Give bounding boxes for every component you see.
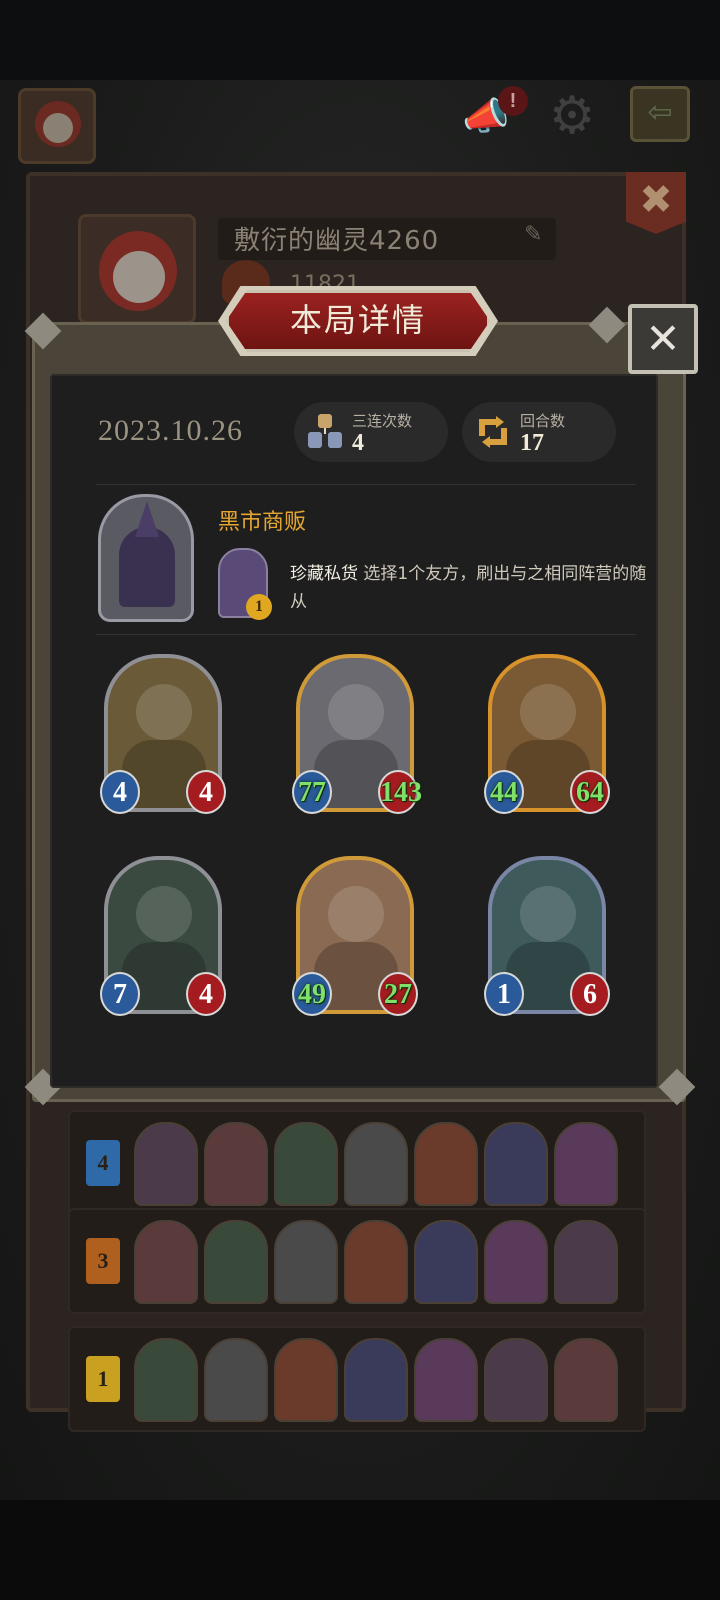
history-minion-portrait: [204, 1122, 268, 1206]
history-minion-portrait: [484, 1220, 548, 1304]
history-row[interactable]: 1: [68, 1326, 646, 1432]
history-hero-portrait: [134, 1220, 198, 1304]
status-bar: [0, 0, 720, 80]
minion-card[interactable]: 49 27: [292, 856, 418, 1020]
hero-power-cost: 1: [246, 594, 272, 620]
minion-attack: 7: [100, 972, 140, 1016]
hero-figure: [119, 527, 175, 607]
profile-avatar: [78, 214, 196, 324]
history-rank-badge: 3: [86, 1238, 120, 1284]
player-avatar-button[interactable]: [18, 88, 96, 164]
profile-avatar-face: [113, 251, 165, 303]
minion-health: 6: [570, 972, 610, 1016]
minion-health: 4: [186, 972, 226, 1016]
divider: [96, 484, 636, 485]
history-minion-portrait: [554, 1122, 618, 1206]
hero-hat: [135, 501, 159, 537]
minion-figure: [520, 684, 576, 740]
history-minion-portrait: [414, 1122, 478, 1206]
profile-close-button[interactable]: ✖: [626, 172, 686, 234]
minion-attack: 49: [292, 972, 332, 1016]
history-minion-portrait: [274, 1122, 338, 1206]
minion-figure: [136, 684, 192, 740]
history-row[interactable]: 3: [68, 1208, 646, 1314]
minion-health: 143: [378, 770, 422, 814]
navigation-bar: [0, 1500, 720, 1600]
settings-gear-icon[interactable]: ⚙: [540, 86, 604, 146]
triples-icon: [308, 414, 342, 448]
minion-card[interactable]: 74: [100, 856, 226, 1020]
history-minion-portrait: [484, 1338, 548, 1422]
minion-card[interactable]: 77 143: [292, 654, 422, 818]
history-rank-badge: 1: [86, 1356, 120, 1402]
history-minion-portrait: [274, 1220, 338, 1304]
minion-card[interactable]: 44: [100, 654, 226, 818]
minion-attack: 44: [484, 770, 524, 814]
minion-attack: 77: [292, 770, 332, 814]
minion-figure: [328, 886, 384, 942]
minion-card[interactable]: 16: [484, 856, 610, 1020]
history-minion-portrait: [414, 1338, 478, 1422]
history-hero-portrait: [134, 1338, 198, 1422]
turns-cycle-icon: [479, 416, 507, 448]
history-minion-portrait: [554, 1338, 618, 1422]
triples-label: 三连次数: [352, 412, 413, 430]
minion-card[interactable]: 44 64: [484, 654, 610, 818]
minion-figure: [136, 886, 192, 942]
hero-power-text: 珍藏私货 选择1个友方，刷出与之相同阵营的随从: [290, 560, 652, 616]
history-minion-portrait: [344, 1122, 408, 1206]
triples-value: 4: [352, 430, 364, 456]
notification-badge-icon: !: [498, 86, 528, 116]
triples-stat: 三连次数 4: [294, 402, 448, 462]
history-minion-portrait: [344, 1220, 408, 1304]
modal-close-button[interactable]: ✕: [628, 304, 698, 374]
minion-figure: [328, 684, 384, 740]
player-name: 敷衍的幽灵4260: [234, 226, 440, 256]
hero-name: 黑市商贩: [218, 510, 307, 535]
modal-title: 本局详情: [289, 301, 426, 339]
minion-figure: [520, 886, 576, 942]
turns-label: 回合数: [520, 412, 566, 430]
hero-portrait: [98, 494, 194, 622]
history-minion-portrait: [554, 1220, 618, 1304]
minion-health: 27: [378, 972, 418, 1016]
turns-value: 17: [520, 430, 544, 456]
turns-stat: 回合数 17: [462, 402, 616, 462]
minion-health: 64: [570, 770, 610, 814]
history-minion-portrait: [204, 1220, 268, 1304]
hero-power-name: 珍藏私货: [290, 564, 358, 584]
history-minion-portrait: [484, 1122, 548, 1206]
history-row[interactable]: 4: [68, 1110, 646, 1216]
history-hero-portrait: [134, 1122, 198, 1206]
history-minion-portrait: [204, 1338, 268, 1422]
history-minion-portrait: [344, 1338, 408, 1422]
history-minion-portrait: [274, 1338, 338, 1422]
exit-button[interactable]: ⇦: [630, 86, 690, 142]
minion-attack: 1: [484, 972, 524, 1016]
history-rank-badge: 4: [86, 1140, 120, 1186]
edit-name-icon[interactable]: ✎: [524, 222, 542, 247]
match-date: 2023.10.26: [98, 414, 243, 447]
minion-health: 4: [186, 770, 226, 814]
avatar-face: [43, 113, 73, 143]
divider: [96, 634, 636, 635]
minion-attack: 4: [100, 770, 140, 814]
history-minion-portrait: [414, 1220, 478, 1304]
